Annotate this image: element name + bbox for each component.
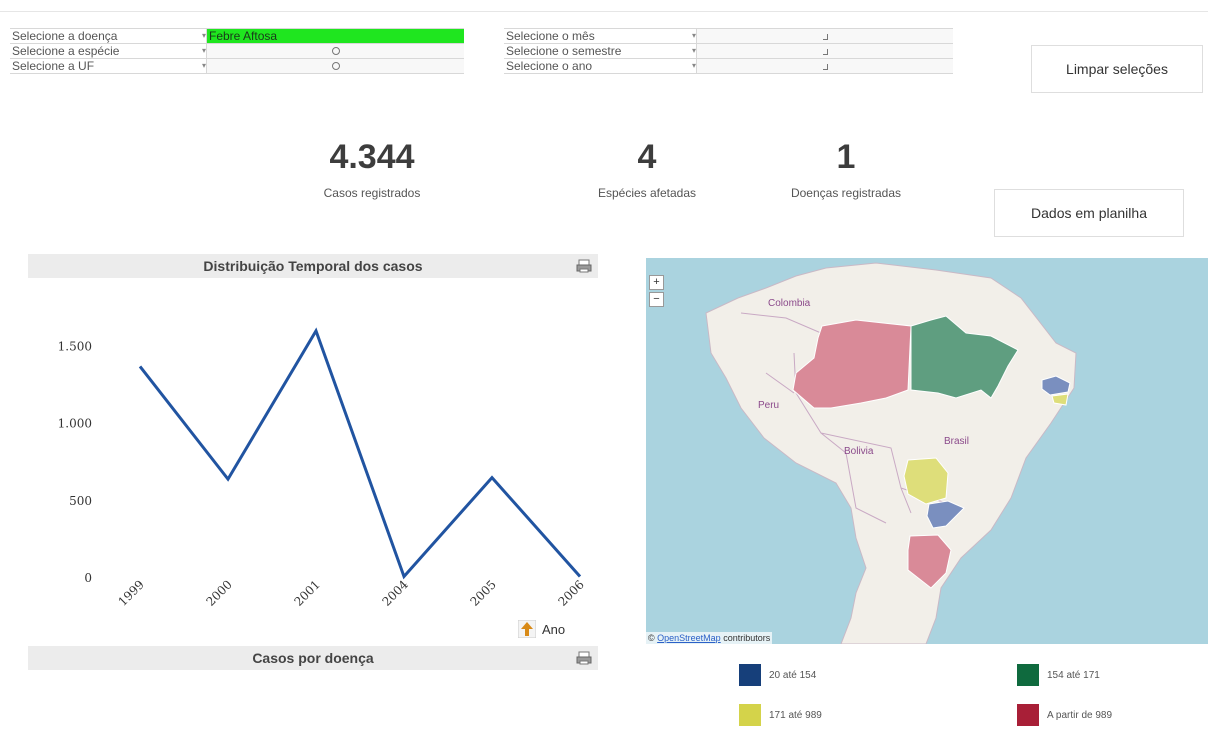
map-label-brasil: Brasil (944, 436, 970, 447)
filter-year[interactable]: Selecione o ano ▾ (504, 59, 953, 74)
x-tick-label: 2006 (555, 577, 586, 608)
kpi-cases-value: 4.344 (329, 138, 415, 176)
dropdown-arrow-icon[interactable]: ▾ (202, 59, 206, 73)
filters-left: Selecione a doença ▾ Febre Aftosa Selecio… (10, 28, 464, 74)
zoom-in-button[interactable]: + (649, 275, 664, 290)
filter-species[interactable]: Selecione a espécie ▾ (10, 44, 464, 59)
map-label-colombia: Colombia (768, 298, 811, 309)
filters-right: Selecione o mês ▾ Selecione o semestre ▾ S… (504, 28, 953, 74)
x-tick-label: 2005 (467, 577, 498, 608)
clear-selections-button[interactable]: Limpar seleções (1031, 45, 1203, 93)
legend-label: A partir de 989 (1047, 709, 1113, 721)
empty-selection-icon (331, 62, 340, 70)
filter-semester-value[interactable] (696, 44, 953, 58)
legend-item: A partir de 989 (1017, 704, 1112, 726)
y-tick-label: 1.000 (58, 417, 92, 431)
disease-chart-header: Casos por doença (28, 646, 598, 670)
temporal-line-chart: 0 500 1.000 1.500 1999 2000 2001 2004 2005 2006 (58, 327, 587, 609)
temporal-chart-title: Distribuição Temporal dos casos (203, 258, 423, 274)
x-tick-label: 2004 (379, 577, 411, 609)
kpi-species: 4 Espécies afetadas (547, 138, 747, 200)
attribution-prefix: © (648, 633, 655, 643)
empty-selection-icon (822, 49, 828, 55)
dropdown-arrow-icon[interactable]: ▾ (692, 59, 696, 73)
filter-species-label: Selecione a espécie (12, 44, 120, 58)
sort-by-year-button[interactable]: Ano (518, 620, 565, 638)
dropdown-arrow-icon[interactable]: ▾ (202, 44, 206, 58)
data-point[interactable] (137, 363, 143, 369)
legend-swatch (739, 704, 761, 726)
data-point[interactable] (489, 475, 495, 481)
spreadsheet-data-button[interactable]: Dados em planilha (994, 189, 1184, 237)
disease-chart-title: Casos por doença (252, 650, 374, 666)
kpi-diseases-value: 1 (836, 138, 856, 176)
map-label-bolivia: Bolivia (844, 446, 874, 457)
printer-icon[interactable] (576, 651, 592, 665)
legend-label: 20 até 154 (769, 669, 817, 681)
y-tick-label: 500 (69, 494, 92, 508)
dropdown-arrow-icon[interactable]: ▾ (202, 29, 206, 43)
top-divider (0, 11, 1208, 12)
legend-label: 171 até 989 (769, 709, 822, 721)
temporal-chart-header: Distribuição Temporal dos casos (28, 254, 598, 278)
filter-disease-value[interactable]: Febre Aftosa (206, 29, 464, 43)
empty-selection-icon (331, 47, 340, 55)
dropdown-arrow-icon[interactable]: ▾ (692, 29, 696, 43)
series-line[interactable] (138, 327, 582, 580)
data-point[interactable] (225, 476, 231, 482)
filter-semester-label: Selecione o semestre (506, 44, 622, 58)
filter-month-label: Selecione o mês (506, 29, 595, 43)
legend-item: 171 até 989 (739, 704, 822, 726)
filter-semester[interactable]: Selecione o semestre ▾ (504, 44, 953, 59)
attribution-suffix: contributors (723, 633, 771, 643)
state-northeast-yellow[interactable] (1051, 393, 1069, 406)
kpi-diseases: 1 Doenças registradas (746, 138, 946, 200)
legend-label: 154 até 171 (1047, 669, 1100, 681)
legend-item: 154 até 171 (1017, 664, 1100, 686)
legend-swatch (1017, 664, 1039, 686)
kpi-species-label: Espécies afetadas (597, 186, 697, 200)
printer-icon[interactable] (576, 259, 592, 273)
zoom-out-button[interactable]: − (649, 292, 664, 307)
map-label-peru: Peru (758, 400, 780, 411)
kpi-diseases-label: Doenças registradas (790, 186, 902, 200)
cases-map[interactable]: Colombia Peru Bolivia Brasil + − © OpenS… (646, 258, 1208, 644)
legend-swatch (739, 664, 761, 686)
sort-arrow-icon (518, 620, 536, 638)
kpi-cases-label: Casos registrados (323, 186, 421, 200)
empty-selection-icon (822, 34, 828, 40)
filter-disease[interactable]: Selecione a doença ▾ Febre Aftosa (10, 29, 464, 44)
dropdown-arrow-icon[interactable]: ▾ (692, 44, 696, 58)
sort-by-year-label: Ano (542, 621, 566, 637)
x-tick-label: 2000 (203, 577, 234, 608)
land-mass (705, 262, 1077, 644)
y-tick-label: 0 (84, 571, 92, 585)
y-tick-label: 1.500 (58, 339, 92, 353)
data-point[interactable] (313, 328, 319, 334)
filter-year-value[interactable] (696, 59, 953, 73)
legend-item: 20 até 154 (739, 664, 816, 686)
legend-swatch (1017, 704, 1039, 726)
filter-month[interactable]: Selecione o mês ▾ (504, 29, 953, 44)
filter-uf-label: Selecione a UF (12, 59, 95, 73)
south-america-map[interactable] (646, 258, 1208, 644)
filter-month-value[interactable] (696, 29, 953, 43)
x-tick-label: 1999 (115, 577, 146, 608)
openstreetmap-link[interactable]: OpenStreetMap (657, 633, 721, 643)
kpi-species-value: 4 (637, 138, 657, 176)
empty-selection-icon (822, 64, 828, 70)
temporal-chart: 0 500 1.000 1.500 1999 2000 2001 2004 2005 2006 (28, 278, 598, 640)
kpi-cases: 4.344 Casos registrados (272, 138, 472, 200)
map-attribution: © OpenStreetMap contributors (646, 632, 773, 644)
filter-uf-value[interactable] (206, 59, 464, 73)
filter-year-label: Selecione o ano (506, 59, 593, 73)
filter-disease-label: Selecione a doença (12, 29, 118, 43)
filter-uf[interactable]: Selecione a UF ▾ (10, 59, 464, 74)
filter-species-value[interactable] (206, 44, 464, 58)
x-tick-label: 2001 (291, 577, 322, 608)
